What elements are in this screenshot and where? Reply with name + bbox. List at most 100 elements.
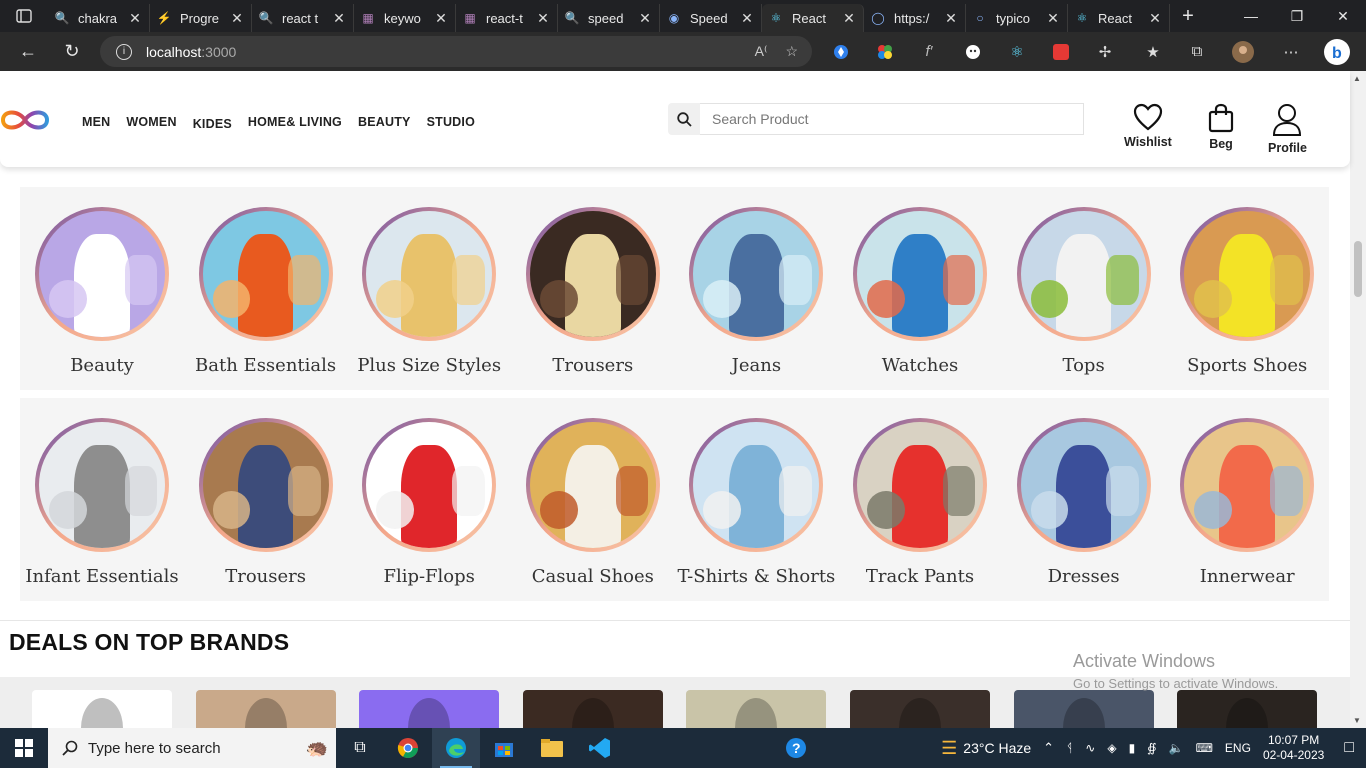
browser-tab[interactable]: ⚛ React ✕ <box>762 4 864 32</box>
clock[interactable]: 10:07 PM 02-04-2023 <box>1263 733 1324 763</box>
nav-item[interactable]: MEN <box>82 115 110 131</box>
battery-icon[interactable]: ▮ <box>1129 741 1136 755</box>
category-card[interactable]: Beauty <box>20 207 184 376</box>
extension-face-icon[interactable] <box>958 36 988 67</box>
more-menu-icon[interactable]: ⋯ <box>1276 36 1306 67</box>
close-tab-icon[interactable]: ✕ <box>637 10 653 27</box>
category-card[interactable]: Tops <box>1002 207 1166 376</box>
scroll-down-icon[interactable]: ▼ <box>1353 716 1361 725</box>
edge-app[interactable] <box>432 728 480 768</box>
scrollbar-thumb[interactable] <box>1354 241 1362 297</box>
camera-icon[interactable]: ◈ <box>1107 741 1116 755</box>
tab-actions-button[interactable] <box>0 0 48 32</box>
close-tab-icon[interactable]: ✕ <box>841 10 857 27</box>
wishlist-button[interactable]: Wishlist <box>1124 103 1172 149</box>
close-tab-icon[interactable]: ✕ <box>127 10 143 27</box>
nav-item[interactable]: HOME& LIVING <box>248 115 342 131</box>
deal-card[interactable] <box>522 690 663 728</box>
keyboard-icon[interactable]: ⌨ <box>1196 741 1213 755</box>
browser-tab[interactable]: ▦ keywo ✕ <box>354 4 456 32</box>
chrome-app[interactable] <box>384 728 432 768</box>
category-card[interactable]: Dresses <box>1002 418 1166 587</box>
nav-item[interactable]: KIDES <box>193 117 232 131</box>
network-icon[interactable]: ∿ <box>1085 741 1095 755</box>
category-card[interactable]: T-Shirts & Shorts <box>674 418 838 587</box>
category-card[interactable]: Innerwear <box>1165 418 1329 587</box>
refresh-button[interactable]: ↻ <box>52 32 92 71</box>
category-card[interactable]: Trousers <box>511 207 675 376</box>
extensions-puzzle-icon[interactable]: ✢ <box>1090 36 1120 67</box>
bluetooth-icon[interactable]: ᛩ <box>1066 741 1073 755</box>
search-input[interactable] <box>700 103 1084 135</box>
help-app[interactable]: ? <box>772 728 820 768</box>
deal-card[interactable] <box>1013 690 1154 728</box>
search-button[interactable] <box>668 103 700 135</box>
category-card[interactable]: Sports Shoes <box>1165 207 1329 376</box>
weather-widget[interactable]: ☰ 23°C Haze <box>941 738 1031 759</box>
category-card[interactable]: Casual Shoes <box>511 418 675 587</box>
favorites-icon[interactable]: ★ <box>1138 36 1168 67</box>
nav-item[interactable]: STUDIO <box>427 115 475 131</box>
category-card[interactable]: Jeans <box>674 207 838 376</box>
extension-drop-icon[interactable] <box>826 36 856 67</box>
deal-card[interactable] <box>686 690 827 728</box>
browser-tab[interactable]: ⚛ React ✕ <box>1068 4 1170 32</box>
extension-function-icon[interactable]: f′ <box>914 36 944 67</box>
deal-card[interactable] <box>1177 690 1318 728</box>
restore-button[interactable]: ❐ <box>1274 0 1320 32</box>
page-scrollbar[interactable]: ▲ ▼ <box>1350 71 1366 728</box>
minimize-button[interactable]: — <box>1228 0 1274 32</box>
category-card[interactable]: Watches <box>838 207 1002 376</box>
close-tab-icon[interactable]: ✕ <box>943 10 959 27</box>
category-card[interactable]: Track Pants <box>838 418 1002 587</box>
browser-tab[interactable]: ▦ react-t ✕ <box>456 4 558 32</box>
extension-react-icon[interactable]: ⚛ <box>1002 36 1032 67</box>
bag-button[interactable]: Beg <box>1208 103 1234 151</box>
deal-card[interactable] <box>850 690 990 728</box>
taskbar-search[interactable]: Type here to search 🦔 <box>48 728 336 768</box>
address-bar[interactable]: i localhost:3000 A⁽ ☆ <box>100 36 812 67</box>
browser-tab[interactable]: 🔍 chakra ✕ <box>48 4 150 32</box>
browser-tab[interactable]: ◯ https:/ ✕ <box>864 4 966 32</box>
close-tab-icon[interactable]: ✕ <box>1147 10 1163 27</box>
read-aloud-icon[interactable]: A⁽ <box>755 43 768 60</box>
category-card[interactable]: Flip-Flops <box>347 418 511 587</box>
category-card[interactable]: Trousers <box>184 418 348 587</box>
profile-button[interactable]: Profile <box>1268 103 1307 155</box>
category-card[interactable]: Plus Size Styles <box>347 207 511 376</box>
browser-tab[interactable]: 🔍 speed ✕ <box>558 4 660 32</box>
collections-icon[interactable]: ⧉ <box>1182 36 1212 67</box>
deal-card[interactable] <box>32 690 172 728</box>
back-button[interactable]: ← <box>8 32 48 71</box>
language-indicator[interactable]: ENG <box>1225 741 1251 755</box>
close-tab-icon[interactable]: ✕ <box>433 10 449 27</box>
start-button[interactable] <box>0 728 48 768</box>
extension-color-icon[interactable] <box>870 36 900 67</box>
site-info-icon[interactable]: i <box>116 43 132 60</box>
browser-tab[interactable]: ○ typico ✕ <box>966 4 1068 32</box>
file-explorer-app[interactable] <box>528 728 576 768</box>
extension-red-icon[interactable] <box>1046 36 1076 67</box>
profile-avatar-icon[interactable] <box>1228 36 1258 67</box>
nav-item[interactable]: WOMEN <box>126 115 176 131</box>
close-window-button[interactable]: ✕ <box>1320 0 1366 32</box>
close-tab-icon[interactable]: ✕ <box>535 10 551 27</box>
close-tab-icon[interactable]: ✕ <box>331 10 347 27</box>
notifications-icon[interactable]: □ <box>1344 739 1354 757</box>
scroll-up-icon[interactable]: ▲ <box>1353 74 1361 83</box>
wifi-icon[interactable]: ∯ <box>1147 741 1156 755</box>
close-tab-icon[interactable]: ✕ <box>739 10 755 27</box>
store-app[interactable] <box>480 728 528 768</box>
close-tab-icon[interactable]: ✕ <box>1045 10 1061 27</box>
browser-tab[interactable]: 🔍 react t ✕ <box>252 4 354 32</box>
new-tab-button[interactable]: + <box>1170 5 1206 28</box>
browser-tab[interactable]: ⚡ Progre ✕ <box>150 4 252 32</box>
volume-icon[interactable]: 🔈 <box>1169 741 1184 755</box>
nav-item[interactable]: BEAUTY <box>358 115 411 131</box>
task-view-button[interactable]: ⧉ <box>336 728 384 768</box>
show-hidden-icons[interactable]: ⌃ <box>1043 740 1054 756</box>
close-tab-icon[interactable]: ✕ <box>229 10 245 27</box>
vscode-app[interactable] <box>576 728 624 768</box>
site-logo[interactable] <box>0 107 50 133</box>
add-favorite-icon[interactable]: ☆ <box>785 43 798 60</box>
